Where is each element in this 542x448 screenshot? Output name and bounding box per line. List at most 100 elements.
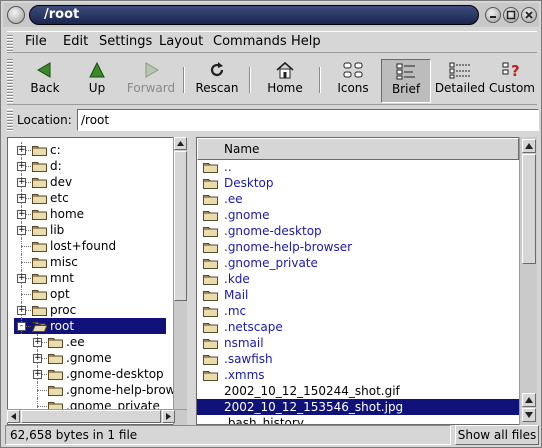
tree-item[interactable]: misc [8,254,168,270]
back-button[interactable]: Back [19,59,71,103]
close-button[interactable] [521,7,537,23]
expand-icon[interactable]: + [17,146,26,155]
menu-commands[interactable]: Commands [213,34,287,49]
title-bar[interactable]: /root [3,3,539,27]
folder-item[interactable]: .gnome [197,207,519,223]
folder-item[interactable]: .gnome-desktop [197,223,519,239]
tree-vertical-scrollbar[interactable] [173,137,187,425]
folder-item[interactable]: .sawfish [197,351,519,367]
detailed-label: Detailed [434,81,486,95]
tree-item[interactable]: + .gnome [8,350,168,366]
arrow-right-icon [145,62,159,78]
file-item[interactable]: 2002_10_12_150244_shot.gif [197,383,519,399]
up-button[interactable]: Up [73,59,121,103]
tree-item[interactable]: + etc [8,190,168,206]
tree-item[interactable]: + d: [8,158,168,174]
tree-hscroll-thumb[interactable] [21,410,161,423]
arrow-right-icon [166,413,171,420]
tree-scroll-thumb[interactable] [174,151,187,301]
folder-item[interactable]: .gnome_private [197,255,519,271]
folder-item[interactable]: Mail [197,287,519,303]
file-item[interactable]: 2002_10_12_153546_shot.jpg [197,399,519,415]
locationbar-grip[interactable] [7,109,13,131]
forward-label: Forward [126,81,176,95]
tree-item[interactable]: opt [8,286,168,302]
open-folder-icon [32,322,47,332]
file-name-label: 2002_10_12_153546_shot.jpg [224,400,404,414]
tree-item[interactable]: - root [8,318,168,334]
expand-icon[interactable]: + [17,274,26,283]
location-input[interactable] [77,109,539,131]
tree-item[interactable]: lost+found [8,238,168,254]
tree-item[interactable]: + lib [8,222,168,238]
maximize-button[interactable] [503,7,519,23]
minimize-icon [490,16,496,18]
rescan-button[interactable]: Rescan [189,59,245,103]
show-all-files-button[interactable]: Show all files [455,425,539,445]
menu-edit[interactable]: Edit [63,34,88,49]
folder-item[interactable]: .mc [197,303,519,319]
files-scroll-up-button-lower[interactable] [522,393,536,407]
file-item[interactable]: .bash_history [197,415,519,424]
window-menu-icon[interactable] [7,6,25,24]
folder-item[interactable]: Desktop [197,175,519,191]
tree-item[interactable]: + .ee [8,334,168,350]
menu-help[interactable]: Help [291,34,321,49]
tree-scroll-left-button[interactable] [7,410,20,423]
expand-icon[interactable]: + [17,194,26,203]
expand-icon[interactable]: + [33,370,42,379]
tree-item-label: .gnome [66,351,112,365]
tree-scroll-up-button[interactable] [174,137,187,150]
expand-icon[interactable]: + [17,162,26,171]
expand-icon[interactable]: + [33,354,42,363]
menu-layout[interactable]: Layout [159,34,203,49]
forward-button[interactable]: Forward [123,59,179,103]
files-vertical-scrollbar[interactable] [519,137,537,425]
tree-scroll-right-button[interactable] [162,410,175,423]
folder-item[interactable]: .xmms [197,367,519,383]
tree-item[interactable]: + mnt [8,270,168,286]
files-scroll-down-button[interactable] [522,408,536,422]
home-button[interactable]: Home [257,59,313,103]
minimize-button[interactable] [485,7,501,23]
pane-splitter[interactable] [188,137,196,425]
brief-view-icon [396,63,415,80]
tree-item[interactable]: .gnome-help-browser [8,382,186,398]
tree-item-label: lib [50,223,65,237]
folder-icon [203,275,218,285]
directory-tree[interactable]: + c: + d: + dev + etc + home + lib lost+found misc + mn… [7,137,187,425]
name-column-header[interactable]: Name [197,138,519,160]
folder-item[interactable]: nsmail [197,335,519,351]
files-scroll-up-button[interactable] [522,139,536,153]
folder-item[interactable]: .netscape [197,319,519,335]
tree-item[interactable]: + dev [8,174,168,190]
collapse-icon[interactable]: - [17,322,26,331]
expand-icon[interactable]: + [17,306,26,315]
location-label: Location: [17,113,72,127]
menu-file[interactable]: File [25,34,47,49]
title-pill[interactable]: /root [29,5,479,25]
folder-item[interactable]: .kde [197,271,519,287]
custom-view-button[interactable]: ? Custom [487,59,537,103]
expand-icon[interactable]: + [17,178,26,187]
folder-item[interactable]: .gnome-help-browser [197,239,519,255]
file-list[interactable]: Name .. Desktop .ee .gnome .gnome-desktop .gn… [196,137,537,425]
tree-item[interactable]: + c: [8,142,168,158]
menu-settings[interactable]: Settings [99,34,152,49]
files-scroll-thumb[interactable] [522,154,536,264]
tree-item[interactable]: + home [8,206,168,222]
tree-horizontal-scrollbar[interactable] [7,409,187,423]
menubar-grip[interactable] [7,34,13,52]
tree-item[interactable]: + .gnome-desktop [8,366,168,382]
folder-item[interactable]: .ee [197,191,519,207]
detailed-view-button[interactable]: Detailed [433,59,487,103]
expand-icon[interactable]: + [17,226,26,235]
expand-icon[interactable]: + [17,210,26,219]
icons-view-icon [343,62,363,78]
folder-item[interactable]: .. [197,159,519,175]
toolbar-grip[interactable] [7,59,13,103]
icons-view-button[interactable]: Icons [329,59,377,103]
expand-icon[interactable]: + [33,338,42,347]
tree-item[interactable]: + proc [8,302,168,318]
brief-view-button[interactable]: Brief [381,59,431,103]
